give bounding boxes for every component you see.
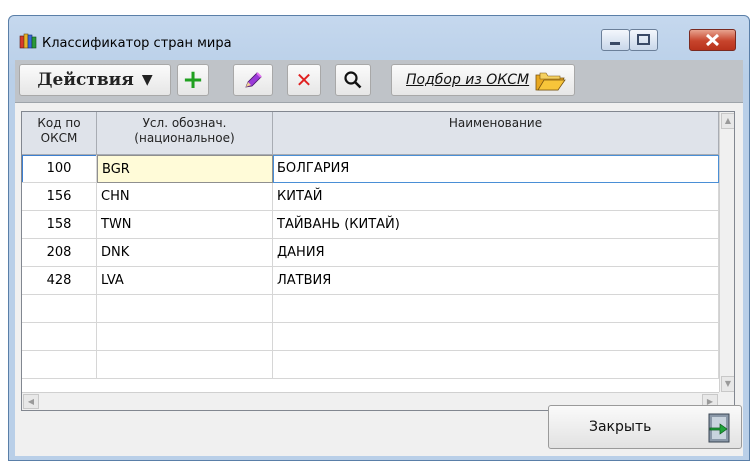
edit-button[interactable] (233, 64, 273, 96)
window-content: Действия ▼ + ✕ Подбор из ОКСМ Код по ОКС… (15, 60, 743, 456)
close-button-label: Закрыть (589, 419, 652, 435)
add-button[interactable]: + (177, 64, 209, 96)
cell-empty (273, 295, 719, 323)
minimize-icon (610, 42, 620, 45)
column-header-abbr[interactable]: Усл. обознач. (национальное) (97, 112, 273, 155)
cell-code: 208 (22, 239, 97, 267)
cell-name: ТАЙВАНЬ (КИТАЙ) (273, 211, 719, 239)
table-row-empty[interactable] (22, 295, 719, 323)
cell-name: БОЛГАРИЯ (273, 155, 719, 183)
cell-code: 156 (22, 183, 97, 211)
search-button[interactable] (335, 64, 371, 96)
maximize-icon (637, 34, 650, 45)
table-row-empty[interactable] (22, 351, 719, 379)
cell-empty (273, 323, 719, 351)
delete-button[interactable]: ✕ (287, 64, 321, 96)
folder-icon (535, 72, 566, 91)
cell-abbr: CHN (97, 183, 273, 211)
cell-code: 100 (22, 155, 97, 183)
close-button[interactable]: Закрыть (548, 405, 742, 449)
cell-name: ДАНИЯ (273, 239, 719, 267)
cell-abbr[interactable]: BGR (97, 155, 273, 183)
countries-table[interactable]: Код по ОКСМ Усл. обознач. (национальное)… (21, 111, 735, 411)
close-icon (705, 33, 720, 47)
toolbar: Действия ▼ + ✕ Подбор из ОКСМ (15, 60, 743, 103)
cell-empty (97, 351, 273, 379)
cell-empty (22, 295, 97, 323)
column-header-code[interactable]: Код по ОКСМ (22, 112, 97, 155)
cell-code: 158 (22, 211, 97, 239)
table-row[interactable]: 208 DNK ДАНИЯ (22, 239, 719, 267)
books-icon (19, 33, 37, 49)
scroll-up-icon[interactable]: ▲ (721, 113, 734, 129)
cell-empty (22, 323, 97, 351)
cell-empty (97, 295, 273, 323)
actions-label: Действия (37, 70, 134, 90)
cell-name: ЛАТВИЯ (273, 267, 719, 295)
main-window: Классификатор стран мира Действия ▼ + ✕ … (8, 15, 750, 461)
exit-door-icon (708, 413, 730, 443)
close-window-button[interactable] (689, 29, 736, 51)
scroll-left-icon[interactable]: ◀ (23, 394, 39, 409)
column-header-name[interactable]: Наименование (273, 112, 719, 155)
scroll-down-icon[interactable]: ▼ (721, 376, 734, 392)
window-title: Классификатор стран мира (42, 36, 232, 51)
column-header-label: Код по ОКСМ (37, 116, 81, 145)
dropdown-arrow-icon: ▼ (141, 72, 153, 88)
title-bar[interactable]: Классификатор стран мира (9, 16, 749, 60)
cell-abbr: LVA (97, 267, 273, 295)
minimize-button[interactable] (601, 29, 630, 51)
pencil-icon (245, 72, 262, 88)
column-header-label: Наименование (448, 116, 543, 130)
table-row[interactable]: 100 BGR БОЛГАРИЯ (22, 155, 719, 183)
plus-icon: + (182, 65, 204, 95)
maximize-button[interactable] (629, 29, 658, 51)
table-row[interactable]: 158 TWN ТАЙВАНЬ (КИТАЙ) (22, 211, 719, 239)
cell-code: 428 (22, 267, 97, 295)
pick-from-oksm-label: Подбор из ОКСМ (406, 72, 530, 88)
search-icon (344, 71, 362, 89)
table-row[interactable]: 156 CHN КИТАЙ (22, 183, 719, 211)
cell-empty (97, 323, 273, 351)
delete-x-icon: ✕ (295, 68, 313, 92)
cell-empty (22, 351, 97, 379)
cell-empty (273, 351, 719, 379)
vertical-scrollbar[interactable]: ▲ ▼ (719, 112, 734, 392)
table-row[interactable]: 428 LVA ЛАТВИЯ (22, 267, 719, 295)
table-row-empty[interactable] (22, 323, 719, 351)
cell-name: КИТАЙ (273, 183, 719, 211)
actions-menu-button[interactable]: Действия ▼ (19, 64, 171, 96)
cell-abbr: DNK (97, 239, 273, 267)
cell-abbr: TWN (97, 211, 273, 239)
column-header-label: Усл. обознач. (национальное) (134, 116, 235, 145)
pick-from-oksm-button[interactable]: Подбор из ОКСМ (391, 64, 575, 96)
